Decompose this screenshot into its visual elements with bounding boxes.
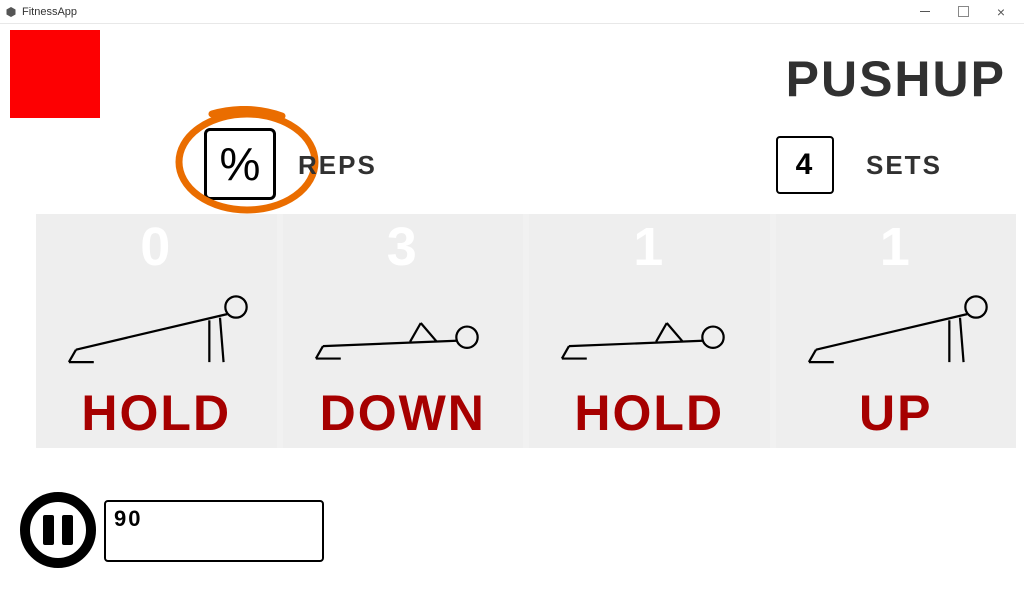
bpm-input[interactable]: 90: [104, 500, 324, 562]
sets-label: SETS: [866, 150, 942, 181]
phase-label: HOLD: [81, 384, 231, 442]
pushup-down-figure-icon: [283, 278, 524, 384]
window-maximize-button[interactable]: [944, 0, 982, 24]
phase-label: DOWN: [320, 384, 486, 442]
phase-count: 3: [387, 216, 419, 278]
phase-count: 1: [880, 216, 912, 278]
app-root: PUSHUP % REPS 4 SETS 0: [0, 24, 1024, 598]
reps-input[interactable]: %: [204, 128, 276, 200]
sets-input[interactable]: 4: [776, 136, 834, 194]
phase-count: 0: [140, 216, 172, 278]
phase-card[interactable]: 0 HOLD: [36, 214, 277, 448]
phase-card[interactable]: 1 UP: [776, 214, 1017, 448]
pushup-down-figure-icon: [529, 278, 770, 384]
status-indicator: [10, 30, 100, 118]
phase-label: HOLD: [574, 384, 724, 442]
pause-button[interactable]: [20, 492, 96, 568]
reps-field-wrap: %: [200, 124, 280, 204]
unity-logo-icon: [4, 5, 18, 19]
window-titlebar: FitnessApp ×: [0, 0, 1024, 24]
sets-value: 4: [796, 148, 815, 182]
phase-count: 1: [633, 216, 665, 278]
window-title: FitnessApp: [22, 6, 906, 18]
pushup-up-figure-icon: [776, 278, 1017, 384]
window-close-button[interactable]: ×: [982, 0, 1020, 24]
exercise-title: PUSHUP: [786, 50, 1006, 108]
phase-card[interactable]: 3 DOWN: [283, 214, 524, 448]
phase-card[interactable]: 1 HOLD: [529, 214, 770, 448]
phase-strip: 0 HOLD 3: [36, 214, 1016, 448]
window-minimize-button[interactable]: [906, 0, 944, 24]
bpm-value: 90: [114, 506, 142, 531]
phase-label: UP: [859, 384, 932, 442]
pushup-up-figure-icon: [36, 278, 277, 384]
reps-value: %: [220, 137, 261, 191]
reps-label: REPS: [298, 150, 377, 181]
